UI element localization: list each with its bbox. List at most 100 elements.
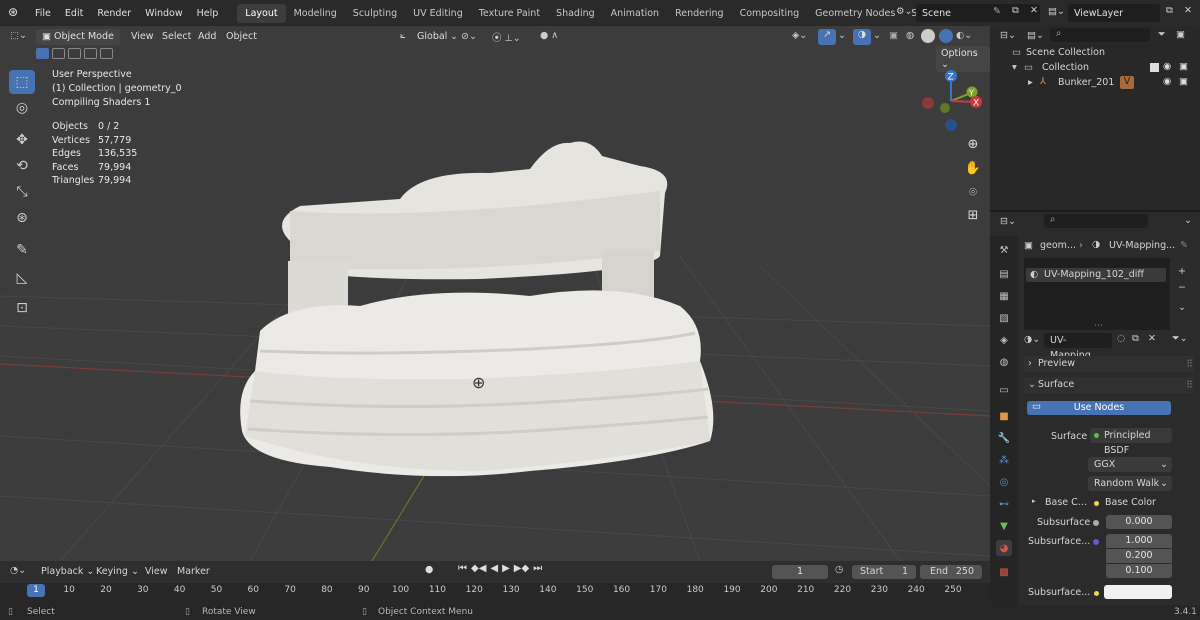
material-name-field[interactable]: UV-Mapping_...	[1044, 333, 1112, 361]
options-chevron-icon[interactable]: ⌄	[1184, 215, 1192, 226]
tab-animation[interactable]: Animation	[603, 4, 667, 23]
proportional-edit-icon[interactable]: ● ∧	[540, 30, 558, 41]
new-scene-icon[interactable]: ⧉	[1012, 5, 1019, 16]
tab-shading[interactable]: Shading	[548, 4, 603, 23]
pin-scene-icon[interactable]: ✎	[993, 6, 1001, 17]
gizmo-menu-icon[interactable]: ⌄	[838, 30, 846, 41]
drag-handle-icon[interactable]: ⠿	[1186, 380, 1193, 391]
prev-keyframe-icon[interactable]: ◆◀	[471, 563, 486, 574]
current-frame-field[interactable]: 1	[772, 565, 828, 579]
bunker-model[interactable]	[230, 111, 730, 481]
play-reverse-icon[interactable]: ◀	[490, 563, 498, 574]
use-nodes-button[interactable]: Use Nodes	[1027, 401, 1171, 415]
tool-annotate-icon[interactable]: ✎	[9, 238, 35, 262]
base-color-value[interactable]: Base Color	[1105, 497, 1156, 508]
snap-icon[interactable]: ⦿ ⊥⌄	[492, 30, 521, 44]
tab-modifiers-icon[interactable]: 🔧	[996, 430, 1012, 446]
menu-render[interactable]: Render	[90, 8, 138, 19]
camera-view-icon[interactable]: ⌾	[962, 181, 984, 203]
view-layer-icon[interactable]: ▤⌄	[1048, 6, 1065, 17]
pan-hand-icon[interactable]: ✋	[962, 157, 984, 179]
3d-cursor-icon[interactable]: ⊕	[472, 373, 485, 392]
select-new-icon[interactable]	[36, 48, 49, 59]
tab-sculpting[interactable]: Sculpting	[345, 4, 405, 23]
tab-particles-icon[interactable]: ⁂	[996, 452, 1012, 468]
view-layer-field[interactable]: ViewLayer	[1068, 4, 1160, 22]
play-icon[interactable]: ▶	[502, 563, 510, 574]
tool-select-box-icon[interactable]: ⬚	[9, 70, 35, 94]
jump-start-icon[interactable]: ⏮	[458, 563, 467, 574]
preview-panel-header[interactable]: › Preview	[1024, 356, 1194, 372]
filter-icon[interactable]: ⏷	[1158, 29, 1166, 40]
collection-eye-icon[interactable]: ◉	[1163, 61, 1171, 72]
menu-file[interactable]: File	[28, 8, 58, 19]
subsurface-method-dropdown[interactable]: Random Walk ⌄	[1088, 476, 1172, 491]
mode-selector[interactable]: ▣ Object Mode ⌄	[36, 29, 120, 54]
menu-keying[interactable]: Keying ⌄	[96, 566, 139, 577]
menu-help[interactable]: Help	[190, 8, 226, 19]
pivot-icon[interactable]: ⌄ ⊘⌄	[450, 31, 477, 42]
tool-scale-icon[interactable]: ⤡	[9, 180, 35, 204]
tab-texture-paint[interactable]: Texture Paint	[471, 4, 548, 23]
clock-icon[interactable]: ◷	[835, 564, 843, 575]
radius-x-field[interactable]: 1.000	[1106, 534, 1172, 548]
start-frame-field[interactable]: Start 1	[852, 565, 916, 579]
menu-edit[interactable]: Edit	[58, 8, 90, 19]
outliner-search-input[interactable]: ⌕	[1050, 28, 1150, 42]
tool-transform-icon[interactable]: ⊛	[9, 206, 35, 230]
breadcrumb-material[interactable]: UV-Mapping...	[1109, 240, 1175, 251]
unlink-material-icon[interactable]: ✕	[1148, 333, 1156, 344]
outliner-object-row[interactable]: ▸ ⅄ Bunker_201 V ◉ ▣	[990, 76, 1200, 92]
properties-search-input[interactable]: ⌕	[1044, 214, 1148, 228]
surface-panel-header[interactable]: ⌄ Surface	[1024, 377, 1194, 393]
timeline-editor-icon[interactable]: ◔⌄	[10, 565, 26, 576]
tab-uv-editing[interactable]: UV Editing	[405, 4, 471, 23]
expand-base-color-icon[interactable]: ▸	[1032, 497, 1036, 505]
tab-data-icon[interactable]: ▼	[996, 518, 1012, 534]
material-slot-row[interactable]: ◐ UV-Mapping_102_diff	[1026, 268, 1166, 282]
collection-camera-icon[interactable]: ▣	[1179, 61, 1188, 72]
tool-rotate-icon[interactable]: ⟲	[9, 154, 35, 178]
select-invert-icon[interactable]	[84, 48, 97, 59]
radius-z-field[interactable]: 0.100	[1106, 564, 1172, 578]
scene-field[interactable]: Scene	[916, 4, 1040, 22]
delete-view-layer-icon[interactable]: ✕	[1184, 5, 1192, 16]
menu-playback[interactable]: Playback ⌄	[41, 566, 94, 577]
pin-icon[interactable]: ✎	[1180, 240, 1188, 251]
object-camera-icon[interactable]: ▣	[1179, 76, 1188, 87]
outliner-editor-icon[interactable]: ⊟⌄	[1000, 30, 1016, 41]
overlay-menu-icon[interactable]: ⌄	[873, 30, 881, 41]
fake-user-icon[interactable]: ◌	[1117, 333, 1125, 344]
tab-physics-icon[interactable]: ◎	[996, 474, 1012, 490]
list-resize-handle[interactable]: ⋯	[1094, 320, 1104, 331]
remove-slot-button[interactable]: −	[1178, 282, 1186, 293]
tab-modeling[interactable]: Modeling	[286, 4, 345, 23]
outliner-scene-collection[interactable]: ▭ Scene Collection	[990, 46, 1200, 62]
zoom-icon[interactable]: ⊕	[962, 133, 984, 155]
object-modifier-icon[interactable]: V	[1120, 76, 1134, 89]
select-extend-icon[interactable]	[52, 48, 65, 59]
menu-timeline-view[interactable]: View	[145, 566, 168, 577]
tab-output-icon[interactable]: ▦	[996, 288, 1012, 304]
tab-render-icon[interactable]: ▤	[996, 266, 1012, 282]
select-subtract-icon[interactable]	[68, 48, 81, 59]
drag-handle-icon[interactable]: ⠿	[1186, 359, 1193, 370]
browse-material-icon[interactable]: ◑⌄	[1024, 334, 1040, 345]
menu-marker[interactable]: Marker	[177, 566, 210, 577]
blender-logo-icon[interactable]: ⊛	[8, 5, 18, 19]
tab-compositing[interactable]: Compositing	[732, 4, 808, 23]
3d-viewport[interactable]: ⊕ ⬚⌄ ▣ Object Mode ⌄ View Select Add Obj…	[0, 26, 990, 561]
overlay-toggle-icon[interactable]: ◑	[853, 29, 871, 45]
surface-shader-field[interactable]: Principled BSDF	[1090, 428, 1172, 456]
tool-measure-icon[interactable]: ◺	[9, 266, 35, 290]
tool-add-cube-icon[interactable]: ⊡	[9, 296, 35, 320]
tab-object-icon[interactable]: ■	[996, 408, 1012, 424]
end-frame-field[interactable]: End 250	[920, 565, 982, 579]
delete-scene-icon[interactable]: ✕	[1030, 5, 1038, 16]
visibility-icon[interactable]: ◈⌄	[792, 30, 807, 41]
subsurface-value-field[interactable]: 0.000	[1106, 515, 1172, 529]
link-dropdown-icon[interactable]: ⏷⌄	[1172, 333, 1188, 344]
tab-constraints-icon[interactable]: ⊷	[996, 496, 1012, 512]
tab-material-icon[interactable]: ◕	[996, 540, 1012, 556]
tab-geometry-nodes[interactable]: Geometry Nodes	[807, 4, 903, 23]
